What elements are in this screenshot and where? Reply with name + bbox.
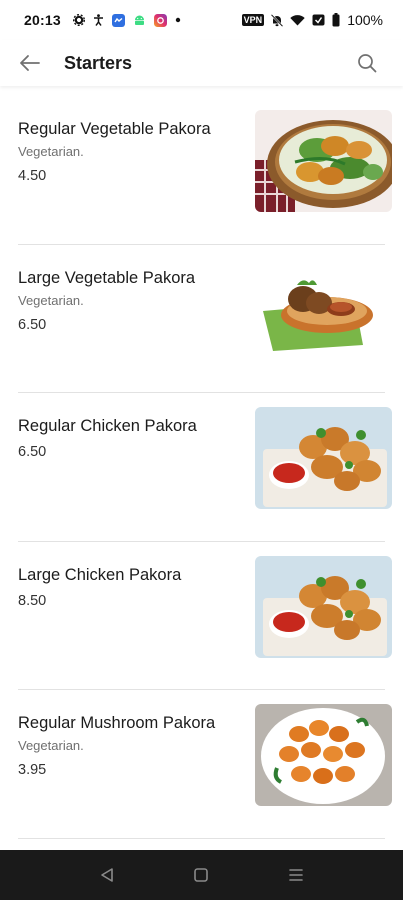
settings-gear-icon <box>72 14 85 26</box>
nav-back-button[interactable] <box>87 855 127 895</box>
search-icon <box>358 54 377 73</box>
status-time: 20:13 <box>24 12 61 28</box>
dot-icon <box>175 17 181 23</box>
menu-item[interactable]: Regular Vegetable Pakora Vegetarian. 4.5… <box>18 96 392 245</box>
menu-item[interactable]: Regular Chicken Pakora 6.50 <box>18 393 392 542</box>
square-home-icon <box>194 868 209 882</box>
page-title: Starters <box>64 52 133 73</box>
status-right: VPN 100% <box>241 12 383 28</box>
vpn-badge: VPN <box>241 14 265 26</box>
app-bar: Starters <box>0 40 403 86</box>
menu-item[interactable]: Regular Mushroom Pakora Vegetarian. 3.95 <box>18 690 392 839</box>
battery-icon <box>332 13 340 27</box>
nav-recents-button[interactable] <box>276 855 316 895</box>
messenger-app-icon <box>111 13 125 27</box>
battery-percentage: 100% <box>347 12 383 28</box>
menu-list: Regular Vegetable Pakora Vegetarian. 4.5… <box>18 96 392 839</box>
mushroom-pakora-plate-photo <box>255 704 392 806</box>
back-button[interactable] <box>15 48 45 78</box>
system-nav-bar <box>0 850 403 900</box>
bell-off-icon <box>271 13 284 27</box>
arrow-left-icon <box>20 55 40 71</box>
search-button[interactable] <box>353 49 381 77</box>
status-bar: 20:13 VPN 100% <box>0 0 403 40</box>
data-saver-icon <box>312 14 325 26</box>
accessibility-icon <box>93 14 104 26</box>
chicken-pakora-board-photo <box>255 407 392 509</box>
vegetable-pakora-basket-photo <box>255 110 392 212</box>
status-left: 20:13 <box>24 12 181 28</box>
instagram-app-icon <box>153 13 167 27</box>
wifi-icon <box>290 14 305 26</box>
chicken-pakora-board-photo <box>255 555 392 658</box>
menu-item[interactable]: Large Chicken Pakora 8.50 <box>18 542 392 690</box>
nav-home-button[interactable] <box>181 855 221 895</box>
triangle-back-icon <box>101 868 113 882</box>
android-icon <box>133 14 146 26</box>
menu-lines-icon <box>289 869 303 881</box>
menu-item[interactable]: Large Vegetable Pakora Vegetarian. 6.50 <box>18 245 392 393</box>
vegetable-pakora-plate-photo <box>255 258 392 361</box>
